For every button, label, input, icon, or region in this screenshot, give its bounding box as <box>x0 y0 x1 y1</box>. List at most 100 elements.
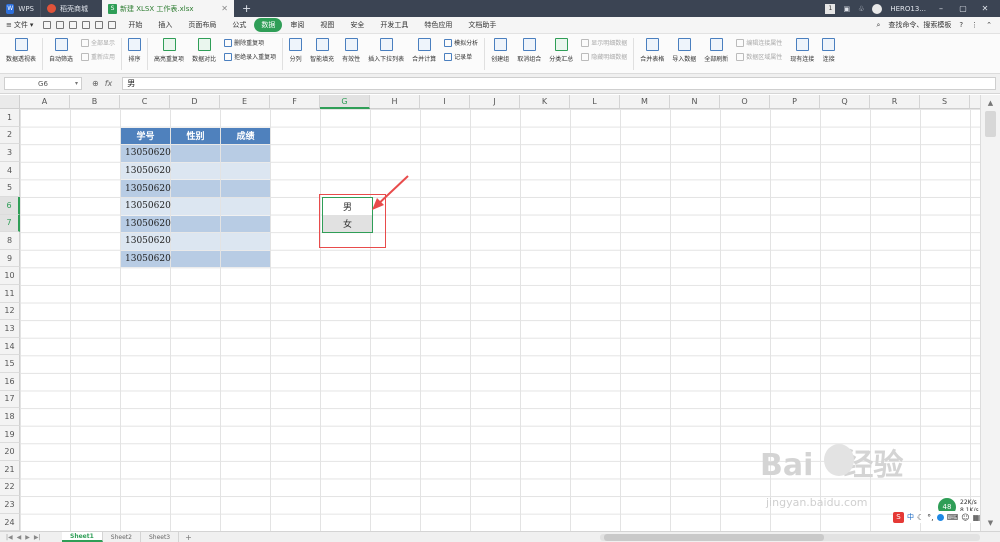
gender-cell[interactable] <box>171 250 220 268</box>
merge-calc-button[interactable]: 合并计算 <box>408 38 440 63</box>
horizontal-scrollbar[interactable] <box>600 533 980 541</box>
row-header-12[interactable]: 12 <box>0 302 20 321</box>
collapse-ribbon-icon[interactable]: ⌃ <box>986 21 992 29</box>
column-header-o[interactable]: O <box>720 95 770 109</box>
gender-cell[interactable] <box>171 215 220 233</box>
more-icon[interactable]: ⋮ <box>971 21 978 29</box>
gender-cell[interactable] <box>171 198 220 215</box>
sheet-tab-1[interactable]: Sheet1 <box>62 532 103 542</box>
region-props-button[interactable]: 数据区域属性 <box>736 52 782 61</box>
sort-button[interactable]: 排序 <box>124 38 145 63</box>
remove-duplicates-button[interactable]: 删除重复项 <box>224 38 276 47</box>
table-header-cell[interactable]: 性别 <box>171 127 220 145</box>
score-cell[interactable] <box>221 145 270 162</box>
table-header-cell[interactable]: 学号 <box>121 127 170 145</box>
sheet-tab-3[interactable]: Sheet3 <box>141 532 180 542</box>
row-header-21[interactable]: 21 <box>0 461 20 479</box>
refresh-all-button[interactable]: 全部刷新 <box>700 38 732 63</box>
moon-icon[interactable]: ☾ <box>917 513 924 522</box>
preview-icon[interactable] <box>69 21 78 29</box>
row-header-3[interactable]: 3 <box>0 144 20 162</box>
what-if-button[interactable]: 模拟分析 <box>444 38 478 47</box>
menu-security[interactable]: 安全 <box>342 20 372 30</box>
tab-docer-store[interactable]: 稻壳商城 <box>40 0 102 17</box>
row-header-19[interactable]: 19 <box>0 425 20 444</box>
student-id-cell[interactable]: 130506203 <box>121 180 177 197</box>
student-id-cell[interactable]: 130506202 <box>121 162 177 180</box>
smart-fill-button[interactable]: 智能填充 <box>306 38 338 63</box>
menu-data[interactable]: 数据 <box>254 18 283 32</box>
hscroll-thumb[interactable] <box>604 533 824 541</box>
menu-view[interactable]: 视图 <box>312 20 342 30</box>
record-form-button[interactable]: 记录单 <box>444 52 478 61</box>
tab-workbook[interactable]: S 新建 XLSX 工作表.xlsx ✕ <box>102 0 234 17</box>
row-header-11[interactable]: 11 <box>0 285 20 303</box>
validity-button[interactable]: 有效性 <box>338 38 364 63</box>
connect-button[interactable]: 连接 <box>818 38 839 63</box>
row-header-22[interactable]: 22 <box>0 478 20 497</box>
sheet-tab-2[interactable]: Sheet2 <box>103 532 141 542</box>
column-header-e[interactable]: E <box>220 95 270 109</box>
column-header-n[interactable]: N <box>670 95 720 109</box>
print-icon[interactable] <box>56 21 65 29</box>
redo-icon[interactable] <box>108 21 117 29</box>
column-header-r[interactable]: R <box>870 95 920 109</box>
menu-features[interactable]: 特色应用 <box>416 20 460 30</box>
column-header-j[interactable]: J <box>470 95 520 109</box>
score-cell[interactable] <box>221 180 270 197</box>
score-cell[interactable] <box>221 233 270 250</box>
row-header-1[interactable]: 1 <box>0 109 20 127</box>
column-header-k[interactable]: K <box>520 95 570 109</box>
grid-icon[interactable]: ▦ <box>973 513 981 522</box>
tab-wps[interactable]: W WPS <box>0 0 40 17</box>
command-search[interactable]: 查找命令、搜索模板 <box>888 20 951 30</box>
ungroup-button[interactable]: 取消组合 <box>513 38 545 63</box>
new-tab-button[interactable]: + <box>234 0 259 17</box>
prev-sheet-icon[interactable]: ◀ <box>17 534 22 541</box>
score-cell[interactable] <box>221 215 270 233</box>
menu-developer[interactable]: 开发工具 <box>372 20 416 30</box>
autofilter-button[interactable]: 自动筛选 <box>45 38 77 63</box>
column-header-h[interactable]: H <box>370 95 420 109</box>
student-id-cell[interactable]: 130506206 <box>121 233 177 250</box>
column-header-d[interactable]: D <box>170 95 220 109</box>
scroll-thumb[interactable] <box>985 111 996 137</box>
column-header-m[interactable]: M <box>620 95 670 109</box>
row-header-17[interactable]: 17 <box>0 390 20 409</box>
column-header-f[interactable]: F <box>270 95 320 109</box>
avatar[interactable] <box>872 3 883 14</box>
scroll-up-icon[interactable]: ▲ <box>981 97 1000 109</box>
score-cell[interactable] <box>221 162 270 180</box>
row-header-4[interactable]: 4 <box>0 161 20 180</box>
sogou-ime-icon[interactable]: S <box>893 511 904 523</box>
row-header-14[interactable]: 14 <box>0 337 20 356</box>
row-header-23[interactable]: 23 <box>0 496 20 514</box>
reapply-button[interactable]: 重新应用 <box>81 52 115 61</box>
undo-icon[interactable] <box>95 21 104 29</box>
row-header-2[interactable]: 2 <box>0 126 20 145</box>
minimize-button[interactable]: – <box>934 4 948 13</box>
column-header-s[interactable]: S <box>920 95 970 109</box>
zoom-icon[interactable]: ⊕ <box>92 79 99 88</box>
column-header-i[interactable]: I <box>420 95 470 109</box>
row-header-16[interactable]: 16 <box>0 373 20 391</box>
notification-badge[interactable]: 1 <box>825 3 836 14</box>
merge-tables-button[interactable]: 合并表格 <box>636 38 668 63</box>
skin-icon[interactable]: ▣ <box>843 5 850 13</box>
import-data-button[interactable]: 导入数据 <box>668 38 700 63</box>
scroll-down-icon[interactable]: ▼ <box>981 517 1000 529</box>
column-header-l[interactable]: L <box>570 95 620 109</box>
table-header-cell[interactable]: 成绩 <box>221 127 270 145</box>
column-header-b[interactable]: B <box>70 95 120 109</box>
export-icon[interactable] <box>82 21 91 29</box>
user-name[interactable]: HERO13... <box>890 5 926 13</box>
menu-review[interactable]: 审阅 <box>282 20 312 30</box>
row-header-24[interactable]: 24 <box>0 513 20 531</box>
row-header-10[interactable]: 10 <box>0 267 20 285</box>
user-icon[interactable]: ☺ <box>961 513 969 522</box>
column-header-g[interactable]: G <box>320 95 370 109</box>
student-id-cell[interactable]: 130506205 <box>121 215 177 233</box>
first-sheet-icon[interactable]: |◀ <box>6 534 13 541</box>
pivot-table-button[interactable]: 数据透视表 <box>2 38 40 63</box>
gender-cell[interactable] <box>171 145 220 162</box>
